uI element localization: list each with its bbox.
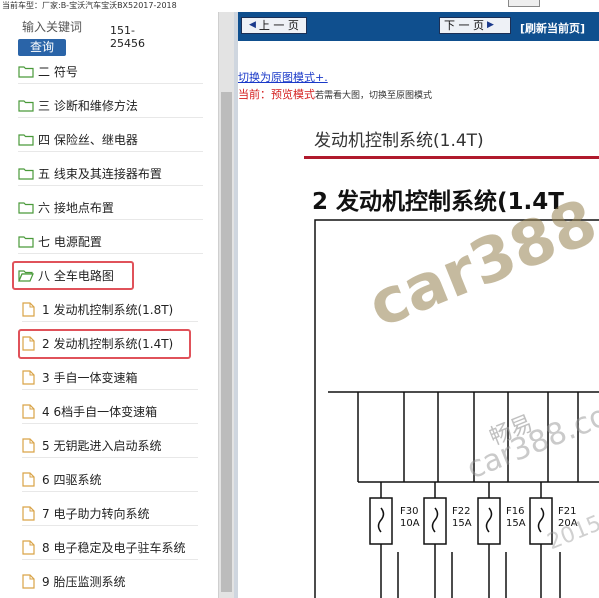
tree-doc-6at[interactable]: 4 6档手自一体变速箱 xyxy=(22,398,198,424)
highlight-box xyxy=(12,261,134,290)
document-icon xyxy=(22,437,38,453)
folder-icon xyxy=(18,166,34,180)
document-icon xyxy=(22,301,38,317)
tree-doc-label: 7 电子助力转向系统 xyxy=(42,506,150,521)
tree-folder-label: 六 接地点布置 xyxy=(38,200,114,215)
tree-folder-label: 四 保险丝、继电器 xyxy=(38,132,138,147)
tree-folder-label: 七 电源配置 xyxy=(38,234,102,249)
tree-doc-eps[interactable]: 7 电子助力转向系统 xyxy=(22,500,198,526)
tree-folder-harness[interactable]: 五 线束及其连接器布置 xyxy=(18,160,203,186)
model-selector[interactable] xyxy=(508,0,540,7)
sidebar-scrollbar[interactable] xyxy=(218,12,235,598)
folder-icon xyxy=(18,200,34,214)
document-icon xyxy=(22,505,38,521)
document-icon xyxy=(22,471,38,487)
tree-doc-label: 5 无钥匙进入启动系统 xyxy=(42,438,162,453)
content-pane: ◀ 上 一 页 下 一 页 ▶ [刷新当前页] 切换为原图模式+. 当前：预览模… xyxy=(238,12,599,598)
tree-doc-label: 1 发动机控制系统(1.8T) xyxy=(42,302,174,317)
sidebar: 输入关键词 查询 151-25456 二 符号 三 诊断和维修方法 四 保险丝、… xyxy=(0,12,218,598)
folder-icon xyxy=(18,98,34,112)
tree-doc-keyless[interactable]: 5 无钥匙进入启动系统 xyxy=(22,432,198,458)
tree-doc-esp[interactable]: 8 电子稳定及电子驻车系统 xyxy=(22,534,198,560)
tree-folder-label: 三 诊断和维修方法 xyxy=(38,98,138,113)
tree-folder-symbols[interactable]: 二 符号 xyxy=(18,58,203,84)
document-icon xyxy=(22,573,38,589)
tree-doc-transmission[interactable]: 3 手自一体变速箱 xyxy=(22,364,198,390)
tree-doc-label: 9 胎压监测系统 xyxy=(42,574,126,589)
highlight-box xyxy=(18,329,191,359)
search-keyword-label[interactable]: 输入关键词 xyxy=(22,18,82,35)
tree-folder-fuses[interactable]: 四 保险丝、继电器 xyxy=(18,126,203,152)
tree-folder-diagnosis[interactable]: 三 诊断和维修方法 xyxy=(18,92,203,118)
fuse-label-f22: F22 15A xyxy=(452,506,472,529)
document-icon xyxy=(22,403,38,419)
title-bar: 当前车型：厂家:B-宝沃汽车宝沃BX52017-2018 xyxy=(0,0,599,12)
tree-doc-label: 8 电子稳定及电子驻车系统 xyxy=(42,540,186,555)
window-title: 当前车型：厂家:B-宝沃汽车宝沃BX52017-2018 xyxy=(2,1,177,10)
tree-folder-label: 二 符号 xyxy=(38,64,78,79)
tree-doc-label: 3 手自一体变速箱 xyxy=(42,370,138,385)
tree-doc-4wd[interactable]: 6 四驱系统 xyxy=(22,466,198,492)
tree-doc-engine-18t[interactable]: 1 发动机控制系统(1.8T) xyxy=(22,296,198,322)
tree-folder-ground[interactable]: 六 接地点布置 xyxy=(18,194,203,220)
tree-folder-power[interactable]: 七 电源配置 xyxy=(18,228,203,254)
folder-icon xyxy=(18,234,34,248)
tree-doc-label: 4 6档手自一体变速箱 xyxy=(42,404,158,419)
document-icon xyxy=(22,539,38,555)
folder-icon xyxy=(18,132,34,146)
scrollbar-thumb[interactable] xyxy=(221,92,232,592)
folder-icon xyxy=(18,64,34,78)
search-button[interactable]: 查询 xyxy=(18,39,66,56)
document-icon xyxy=(22,369,38,385)
tree-doc-label: 6 四驱系统 xyxy=(42,472,102,487)
tree-doc-tpms[interactable]: 9 胎压监测系统 xyxy=(22,568,198,594)
fuse-label-f16: F16 15A xyxy=(506,506,526,529)
tree-folder-label: 五 线束及其连接器布置 xyxy=(38,166,162,181)
fuse-label-f30: F30 10A xyxy=(400,506,420,529)
search-code: 151-25456 xyxy=(110,24,145,50)
